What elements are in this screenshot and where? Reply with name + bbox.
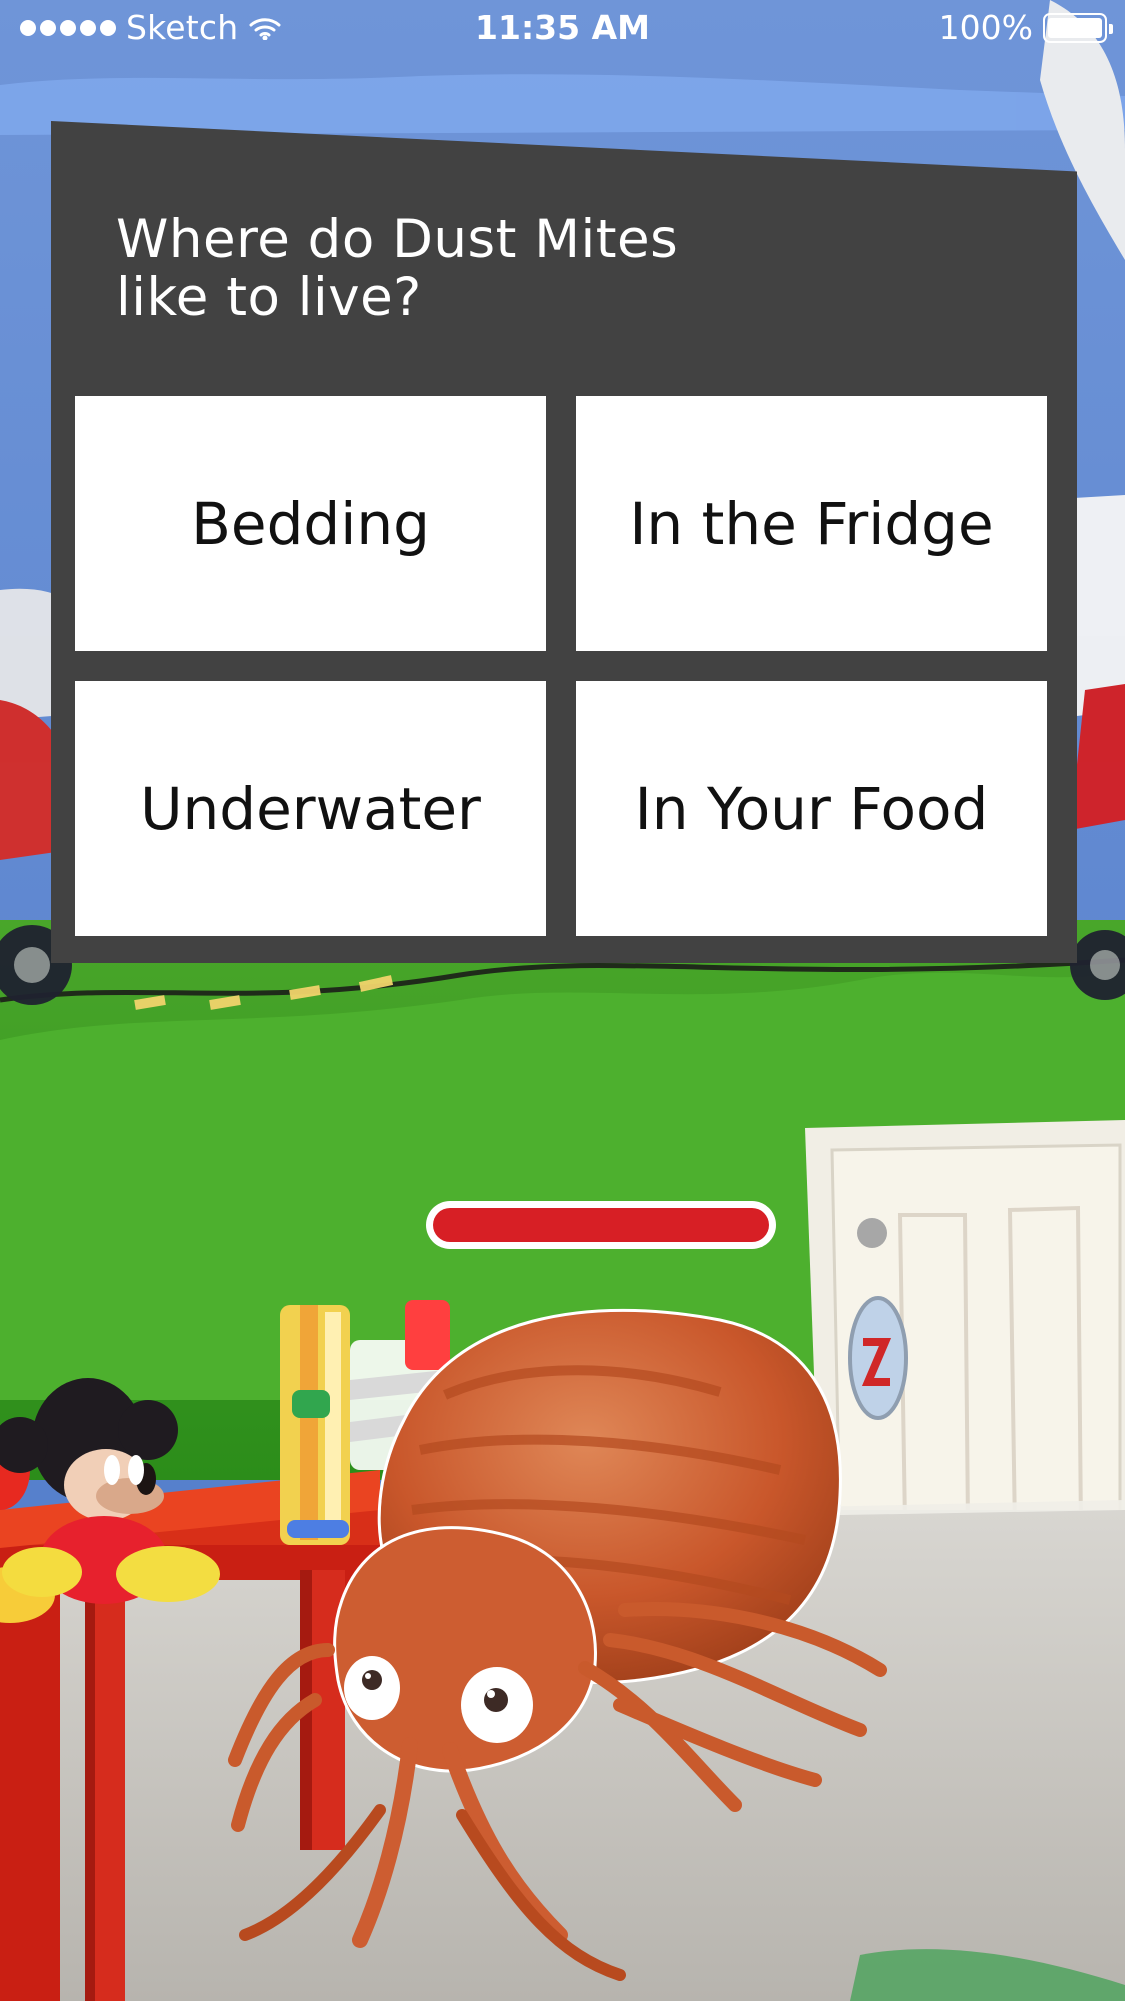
answer-button-in-your-food[interactable]: In Your Food [576,681,1047,936]
answer-label: Bedding [191,489,430,558]
status-bar: Sketch 11:35 AM 100% [0,0,1125,62]
answer-label: In Your Food [634,774,989,843]
battery-fill-icon [1048,17,1102,38]
progress-fill [433,1208,769,1242]
answer-grid: Bedding In the Fridge Underwater In Your… [75,396,1053,936]
question-title: Where do Dust Mites like to live? [116,211,816,327]
battery-cap-icon [1109,23,1113,34]
question-title-line-2: like to live? [116,267,422,328]
answer-label: In the Fridge [629,489,994,558]
question-title-line-1: Where do Dust Mites [116,209,679,270]
answer-button-in-the-fridge[interactable]: In the Fridge [576,396,1047,651]
question-panel: Where do Dust Mites like to live? Beddin… [51,121,1077,963]
answer-button-underwater[interactable]: Underwater [75,681,546,936]
progress-bar [426,1201,776,1249]
answer-label: Underwater [140,774,481,843]
battery-icon [1043,12,1113,43]
battery-percent-label: 100% [938,8,1033,47]
answer-button-bedding[interactable]: Bedding [75,396,546,651]
status-right: 100% [938,8,1113,47]
